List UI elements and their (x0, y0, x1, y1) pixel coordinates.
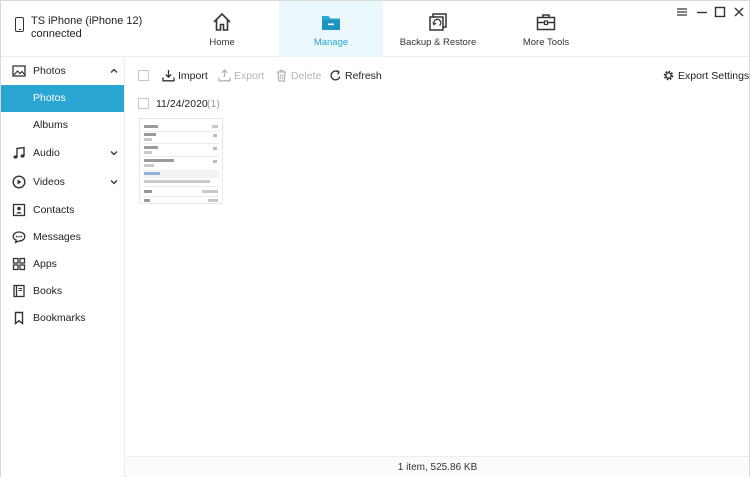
tab-backup-restore[interactable]: Backup & Restore (386, 1, 490, 57)
sidebar-item-label: Contacts (33, 204, 75, 216)
sidebar-item-label: Books (33, 285, 63, 297)
sidebar-subitem-albums[interactable]: Albums (1, 112, 124, 139)
import-icon (162, 70, 175, 82)
sidebar-item-messages[interactable]: Messages (1, 224, 124, 251)
close-icon[interactable] (732, 5, 746, 19)
toolbar: Import Export Delete Refresh Export Sett… (126, 58, 749, 94)
trash-icon (277, 69, 286, 82)
export-settings-label: Export Settings (678, 70, 750, 82)
select-all-checkbox[interactable] (138, 70, 149, 81)
music-note-icon (13, 146, 25, 159)
contact-card-icon (12, 203, 26, 217)
export-settings-button[interactable]: Export Settings (662, 69, 749, 85)
sidebar-item-label: Photos (33, 65, 66, 77)
toolbox-icon (536, 14, 556, 31)
group-date: 11/24/2020 (156, 98, 208, 110)
sidebar-subitem-label: Albums (33, 119, 69, 131)
status-bar: 1 item, 525.86 KB (126, 456, 749, 477)
tab-backup-restore-label: Backup & Restore (399, 37, 477, 48)
sidebar-subitem-photos[interactable]: Photos (1, 85, 124, 112)
sidebar-item-books[interactable]: Books (1, 278, 124, 305)
top-navigation-bar: TS iPhone (iPhone 12) connected Home Man… (1, 1, 749, 57)
sidebar-subitem-label: Photos (33, 92, 66, 104)
device-info[interactable]: TS iPhone (iPhone 12) connected (11, 13, 142, 45)
sidebar-item-label: Audio (33, 147, 60, 159)
refresh-icon (330, 70, 341, 81)
chevron-down-icon (110, 180, 118, 185)
device-name: TS iPhone (iPhone 12) (31, 15, 143, 27)
tab-home-label: Home (209, 37, 235, 48)
chevron-down-icon (110, 151, 118, 156)
home-icon (213, 12, 231, 31)
export-icon (218, 69, 231, 82)
import-button[interactable]: Import (162, 69, 208, 85)
folder-icon (322, 16, 340, 30)
sidebar-item-apps[interactable]: Apps (1, 251, 124, 278)
backup-restore-icon (429, 13, 447, 31)
maximize-icon[interactable] (713, 5, 727, 19)
tab-more-tools-label: More Tools (522, 37, 570, 48)
tab-home[interactable]: Home (170, 1, 274, 57)
sidebar-item-label: Messages (33, 231, 81, 243)
sidebar-item-label: Apps (33, 258, 57, 270)
sidebar: Photos Photos Albums Audio Videos Contac… (1, 58, 125, 477)
bookmark-icon (14, 311, 24, 325)
play-circle-icon (12, 175, 26, 189)
refresh-button[interactable]: Refresh (329, 69, 382, 85)
minimize-icon[interactable] (695, 5, 709, 19)
sidebar-item-audio[interactable]: Audio (1, 140, 124, 167)
sidebar-item-contacts[interactable]: Contacts (1, 197, 124, 224)
group-count: (1) (207, 98, 220, 110)
delete-label: Delete (291, 70, 322, 82)
device-status: connected (31, 28, 82, 40)
import-label: Import (178, 70, 208, 82)
tab-manage[interactable]: Manage (279, 1, 383, 57)
sidebar-item-label: Videos (33, 176, 65, 188)
status-text: 1 item, 525.86 KB (397, 462, 478, 473)
group-select-checkbox[interactable] (138, 98, 149, 109)
app-window: TS iPhone (iPhone 12) connected Home Man… (0, 0, 750, 477)
sidebar-item-bookmarks[interactable]: Bookmarks (1, 305, 124, 332)
apps-grid-icon (12, 257, 26, 271)
export-label: Export (234, 70, 265, 82)
image-icon (12, 65, 26, 77)
chevron-up-icon (110, 68, 118, 73)
tab-manage-label: Manage (313, 37, 349, 48)
menu-icon[interactable] (675, 5, 689, 19)
refresh-label: Refresh (345, 70, 382, 82)
sidebar-item-label: Bookmarks (33, 312, 86, 324)
phone-icon (15, 17, 24, 32)
book-icon (13, 284, 25, 298)
photo-thumbnail[interactable] (139, 118, 223, 204)
chat-bubble-icon (12, 231, 26, 244)
tab-more-tools[interactable]: More Tools (494, 1, 598, 57)
gear-icon (663, 70, 674, 81)
export-button[interactable]: Export (218, 69, 264, 85)
sidebar-item-videos[interactable]: Videos (1, 169, 124, 196)
delete-button[interactable]: Delete (275, 69, 322, 85)
sidebar-item-photos[interactable]: Photos (1, 58, 124, 85)
